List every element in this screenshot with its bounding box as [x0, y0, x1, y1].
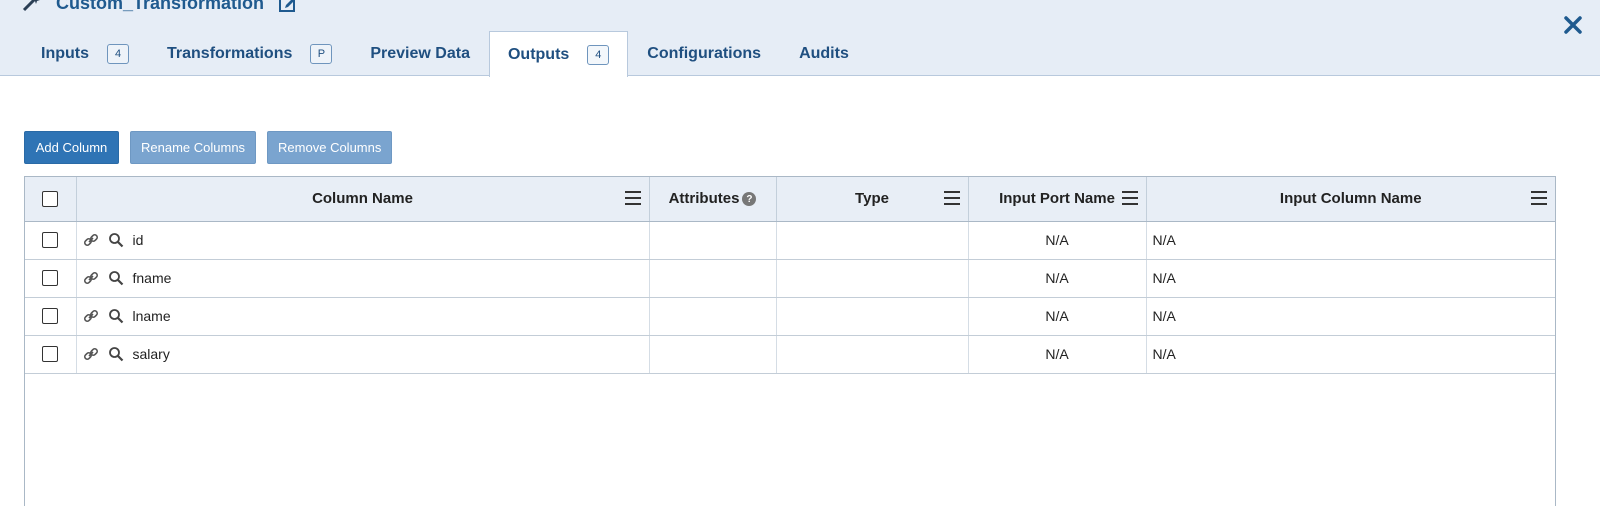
column-name[interactable]: lname — [133, 308, 171, 324]
count-badge: 4 — [107, 44, 129, 64]
table-row[interactable]: salary N/A N/A — [25, 335, 1555, 374]
search-icon[interactable] — [108, 308, 124, 324]
header-label: Input Port Name — [999, 190, 1115, 208]
column-name[interactable]: fname — [133, 270, 172, 286]
column-header-attributes[interactable]: Attributes? — [649, 177, 777, 222]
magic-wand-icon — [22, 0, 42, 12]
rename-columns-button[interactable]: Rename Columns — [130, 131, 257, 164]
type-cell[interactable] — [776, 335, 969, 374]
input-port-cell[interactable]: N/A — [968, 221, 1147, 260]
row-checkbox[interactable] — [42, 270, 59, 286]
row-checkbox[interactable] — [42, 232, 59, 248]
tab-label: Audits — [799, 45, 849, 62]
search-icon[interactable] — [108, 346, 124, 362]
row-checkbox[interactable] — [42, 346, 59, 362]
tab-label: Inputs — [41, 45, 89, 62]
header-label: Column Name — [312, 190, 413, 208]
column-header-name[interactable]: Column Name — [76, 177, 650, 222]
tab-label: Transformations — [167, 45, 293, 62]
header-label: Attributes — [668, 190, 740, 208]
type-cell[interactable] — [776, 221, 969, 260]
tab-label: Configurations — [647, 45, 762, 62]
select-all-header — [25, 177, 77, 222]
input-port-cell[interactable]: N/A — [968, 259, 1147, 298]
dialog-header: Custom_Transformation Inputs 4 Transform… — [0, 0, 1600, 77]
remove-columns-button[interactable]: Remove Columns — [267, 131, 393, 164]
input-column-cell[interactable]: N/A — [1146, 335, 1555, 374]
column-header-input-port[interactable]: Input Port Name — [968, 177, 1147, 222]
menu-icon[interactable] — [1121, 191, 1138, 205]
table-row[interactable]: fname N/A N/A — [25, 259, 1555, 298]
menu-icon[interactable] — [1531, 191, 1547, 205]
tab-configurations[interactable]: Configurations — [628, 31, 780, 76]
page-title: Custom_Transformation — [56, 0, 265, 13]
header-label: Input Column Name — [1279, 190, 1422, 208]
search-icon[interactable] — [108, 232, 124, 248]
link-icon[interactable] — [83, 308, 99, 324]
tab-audits[interactable]: Audits — [780, 31, 868, 76]
column-name[interactable]: id — [133, 232, 144, 248]
menu-icon[interactable] — [624, 191, 641, 205]
column-header-type[interactable]: Type — [776, 177, 969, 222]
column-header-input-column[interactable]: Input Column Name — [1146, 177, 1555, 222]
title-row: Custom_Transformation — [22, 0, 298, 14]
attributes-cell[interactable] — [649, 335, 777, 374]
link-icon[interactable] — [83, 346, 99, 362]
attributes-cell[interactable] — [649, 259, 777, 298]
input-port-cell[interactable]: N/A — [968, 335, 1147, 374]
table-row[interactable]: id N/A N/A — [25, 221, 1555, 260]
table-row[interactable]: lname N/A N/A — [25, 297, 1555, 336]
input-column-cell[interactable]: N/A — [1146, 297, 1555, 336]
link-icon[interactable] — [83, 270, 99, 286]
select-all-checkbox[interactable] — [42, 190, 59, 207]
columns-table: Column Name Attributes? Type Input Port … — [25, 177, 1555, 374]
tab-outputs[interactable]: Outputs 4 — [488, 31, 629, 77]
add-column-button[interactable]: Add Column — [24, 131, 119, 164]
edit-icon[interactable] — [278, 0, 298, 13]
columns-grid: Column Name Attributes? Type Input Port … — [24, 176, 1556, 506]
attributes-cell[interactable] — [649, 221, 777, 260]
type-cell[interactable] — [776, 297, 969, 336]
tab-label: Preview Data — [370, 45, 470, 62]
attributes-cell[interactable] — [649, 297, 777, 336]
type-cell[interactable] — [776, 259, 969, 298]
tab-label: Outputs — [507, 45, 570, 63]
row-checkbox[interactable] — [42, 308, 59, 324]
link-icon[interactable] — [83, 232, 99, 248]
count-badge: P — [310, 44, 333, 64]
toolbar: Add Column Rename Columns Remove Columns — [24, 131, 393, 164]
tab-preview-data[interactable]: Preview Data — [351, 31, 489, 76]
input-port-cell[interactable]: N/A — [968, 297, 1147, 336]
tab-bar: Inputs 4 Transformations P Preview Data … — [22, 31, 868, 77]
column-name[interactable]: salary — [133, 346, 170, 362]
input-column-cell[interactable]: N/A — [1146, 221, 1555, 260]
close-icon[interactable] — [1562, 14, 1584, 36]
header-label: Type — [855, 190, 889, 208]
tab-inputs[interactable]: Inputs 4 — [22, 31, 148, 76]
input-column-cell[interactable]: N/A — [1146, 259, 1555, 298]
search-icon[interactable] — [108, 270, 124, 286]
menu-icon[interactable] — [943, 191, 960, 205]
header-row: Column Name Attributes? Type Input Port … — [25, 177, 1555, 222]
help-icon[interactable]: ? — [742, 192, 757, 207]
tab-transformations[interactable]: Transformations P — [148, 31, 351, 76]
count-badge: 4 — [587, 44, 610, 65]
